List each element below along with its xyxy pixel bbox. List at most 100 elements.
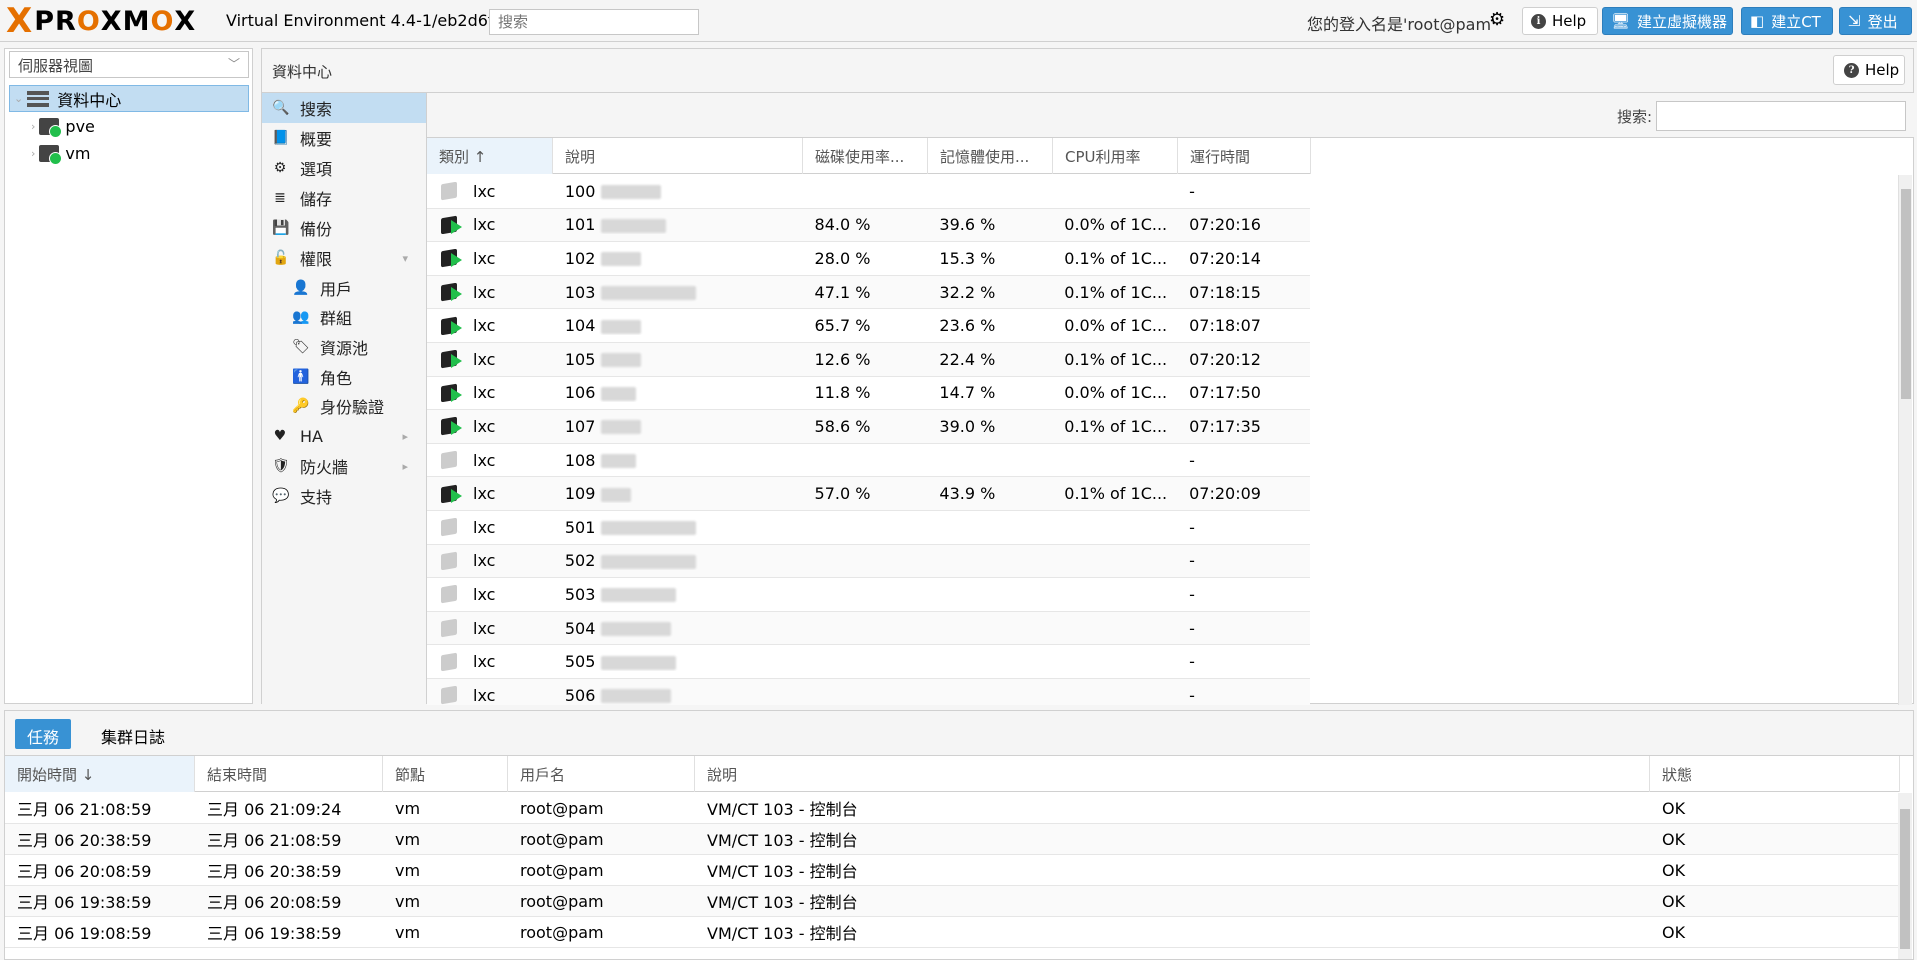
table-row[interactable]: lxc 108 - [427, 444, 1310, 478]
breadcrumb: 資料中心 [272, 63, 333, 81]
redacted-name [601, 218, 667, 233]
table-row[interactable]: lxc 103 47.1 % 32.2 % 0.1% of 1C... 07:18:15 [427, 275, 1310, 310]
user-icon: 👤 [292, 280, 310, 296]
global-search-input[interactable] [489, 9, 699, 35]
uptime-cell: 07:20:12 [1189, 349, 1261, 369]
scrollbar-thumb[interactable] [1900, 809, 1910, 949]
help-button[interactable]: i Help [1522, 7, 1598, 35]
end-time-cell: 三月 06 19:38:59 [207, 924, 342, 943]
disk-usage-cell: 12.6 % [814, 349, 871, 369]
description-cell: 502 [553, 551, 803, 570]
view-selector[interactable]: 伺服器視圖 ﹀ [9, 51, 249, 78]
table-row[interactable]: lxc 105 12.6 % 22.4 % 0.1% of 1C... 07:20:12 [427, 342, 1310, 377]
grid-scrollbar[interactable] [1898, 175, 1912, 705]
menu-item-comments[interactable]: 💬 支持 [262, 481, 426, 511]
type-label: lxc [473, 215, 496, 235]
info-icon: i [1531, 13, 1546, 29]
disk-usage-cell: 65.7 % [814, 316, 871, 336]
node-cell: vm [395, 829, 421, 849]
column-header-user[interactable]: 用戶名 [508, 756, 695, 792]
expand-arrow-icon[interactable]: › [31, 147, 35, 160]
column-header-disk-usage[interactable]: 磁碟使用率... [803, 138, 928, 174]
type-cell: lxc [427, 383, 553, 402]
column-header-status[interactable]: 狀態 [1650, 756, 1900, 792]
vmid-label: 504 [564, 618, 596, 638]
menu-item-users[interactable]: 👥 群組 [262, 302, 426, 332]
node-cell: vm [395, 798, 421, 818]
help-button-main[interactable]: ? Help [1833, 55, 1905, 85]
table-row[interactable]: lxc 504 - [427, 611, 1310, 646]
collapse-arrow-icon[interactable]: ⌄ [14, 92, 23, 105]
type-cell: lxc [427, 551, 553, 570]
table-row[interactable]: lxc 501 - [427, 511, 1310, 545]
menu-item-male[interactable]: 🚹 角色 [262, 362, 426, 392]
user-settings-gear-icon[interactable]: ⚙ [1489, 9, 1505, 30]
table-row[interactable]: lxc 506 - [427, 678, 1310, 705]
menu-item-label: 群組 [320, 309, 353, 328]
table-row[interactable]: lxc 102 28.0 % 15.3 % 0.1% of 1C... 07:20:14 [427, 242, 1310, 276]
tree-item-datacenter[interactable]: ⌄ 資料中心 [9, 85, 249, 112]
main-content: 資料中心 ? Help 🔍 搜索 📘 概要 ⚙ 選項 ≣ 儲存 💾 備份 🔓 權限 ▾ 👤 用戶 👥 群組 🏷 資源… [261, 48, 1914, 705]
create-ct-button[interactable]: ◧ 建立CT [1741, 7, 1833, 35]
column-header-description[interactable]: 說明 [553, 138, 803, 174]
table-row[interactable]: lxc 101 84.0 % 39.6 % 0.0% of 1C... 07:20:16 [427, 208, 1310, 243]
menu-item-shield[interactable]: 🛡 防火牆 ▸ [262, 451, 426, 481]
menu-item-heartbeat[interactable]: ♥ HA ▸ [262, 421, 426, 451]
proxmox-logo: X PR O XM O X [6, 1, 197, 41]
shield-icon: 🛡 [272, 458, 290, 474]
grid-search-input[interactable] [1656, 101, 1906, 131]
menu-item-database[interactable]: ≣ 儲存 [262, 183, 426, 213]
table-row[interactable]: lxc 505 - [427, 645, 1310, 679]
column-header-description[interactable]: 說明 [695, 756, 1650, 792]
tab-cluster-log[interactable]: 集群日誌 [89, 719, 177, 749]
column-header-cpu-usage[interactable]: CPU利用率 [1053, 138, 1178, 174]
type-label: lxc [473, 618, 496, 638]
cpu-usage-cell: 0.0% of 1C... [1064, 316, 1168, 336]
expand-arrow-icon[interactable]: › [31, 120, 35, 133]
table-row[interactable]: lxc 106 11.8 % 14.7 % 0.0% of 1C... 07:17:50 [427, 377, 1310, 411]
table-row[interactable]: lxc 100 - [427, 175, 1310, 209]
type-label: lxc [473, 316, 496, 336]
column-header-memory-usage[interactable]: 記憶體使用... [928, 138, 1053, 174]
table-row[interactable]: lxc 107 58.6 % 39.0 % 0.1% of 1C... 07:17:35 [427, 410, 1310, 444]
expand-arrow-icon[interactable]: ▸ [402, 460, 408, 473]
menu-item-user[interactable]: 👤 用戶 [262, 273, 426, 303]
scrollbar-thumb[interactable] [1901, 189, 1911, 399]
menu-item-key[interactable]: 🔑 身份驗證 [262, 391, 426, 421]
tree-item-pve[interactable]: › pve [9, 113, 249, 140]
type-label: lxc [473, 181, 496, 201]
logout-button[interactable]: ⇲ 登出 [1839, 7, 1912, 35]
column-header-type[interactable]: 類別 ↑ [427, 138, 553, 174]
create-vm-button[interactable]: 🖥 建立虛擬機器 [1602, 7, 1733, 35]
menu-item-floppy[interactable]: 💾 備份 [262, 213, 426, 243]
collapse-arrow-icon[interactable]: ▾ [402, 252, 408, 265]
table-row[interactable]: lxc 109 57.0 % 43.9 % 0.1% of 1C... 07:20:09 [427, 477, 1310, 511]
user-cell: root@pam [520, 891, 604, 911]
container-stopped-icon [441, 685, 457, 705]
table-row[interactable]: lxc 502 - [427, 544, 1310, 579]
task-row[interactable]: 三月 06 20:08:59 三月 06 20:38:59 vm root@pam VM… [5, 855, 1900, 886]
column-header-start-time[interactable]: 開始時間 ↓ [5, 756, 195, 792]
task-scrollbar[interactable] [1898, 793, 1912, 959]
tree-item-vm[interactable]: › vm [9, 140, 249, 167]
menu-item-book[interactable]: 📘 概要 [262, 123, 426, 153]
column-header-uptime[interactable]: 運行時間 [1178, 138, 1311, 174]
menu-item-search[interactable]: 🔍 搜索 [262, 93, 426, 123]
menu-item-tags[interactable]: 🏷 資源池 [262, 332, 426, 362]
expand-arrow-icon[interactable]: ▸ [402, 430, 408, 443]
container-stopped-icon [441, 585, 457, 604]
tab-tasks[interactable]: 任務 [15, 719, 72, 749]
table-row[interactable]: lxc 104 65.7 % 23.6 % 0.0% of 1C... 07:18:07 [427, 309, 1310, 343]
cpu-usage-cell: 0.0% of 1C... [1064, 383, 1168, 403]
column-header-node[interactable]: 節點 [383, 756, 508, 792]
task-row[interactable]: 三月 06 19:38:59 三月 06 20:08:59 vm root@pam VM… [5, 886, 1900, 917]
menu-item-gear[interactable]: ⚙ 選項 [262, 153, 426, 183]
table-row[interactable]: lxc 503 - [427, 578, 1310, 612]
memory-usage-cell: 15.3 % [939, 248, 996, 268]
column-header-end-time[interactable]: 結束時間 [195, 756, 383, 792]
task-row[interactable]: 三月 06 19:08:59 三月 06 19:38:59 vm root@pam VM… [5, 917, 1900, 948]
task-row[interactable]: 三月 06 21:08:59 三月 06 21:09:24 vm root@pam VM… [5, 793, 1900, 824]
task-row[interactable]: 三月 06 20:38:59 三月 06 21:08:59 vm root@pam VM… [5, 824, 1900, 855]
description-cell: 108 [553, 451, 803, 470]
menu-item-unlock[interactable]: 🔓 權限 ▾ [262, 243, 426, 273]
